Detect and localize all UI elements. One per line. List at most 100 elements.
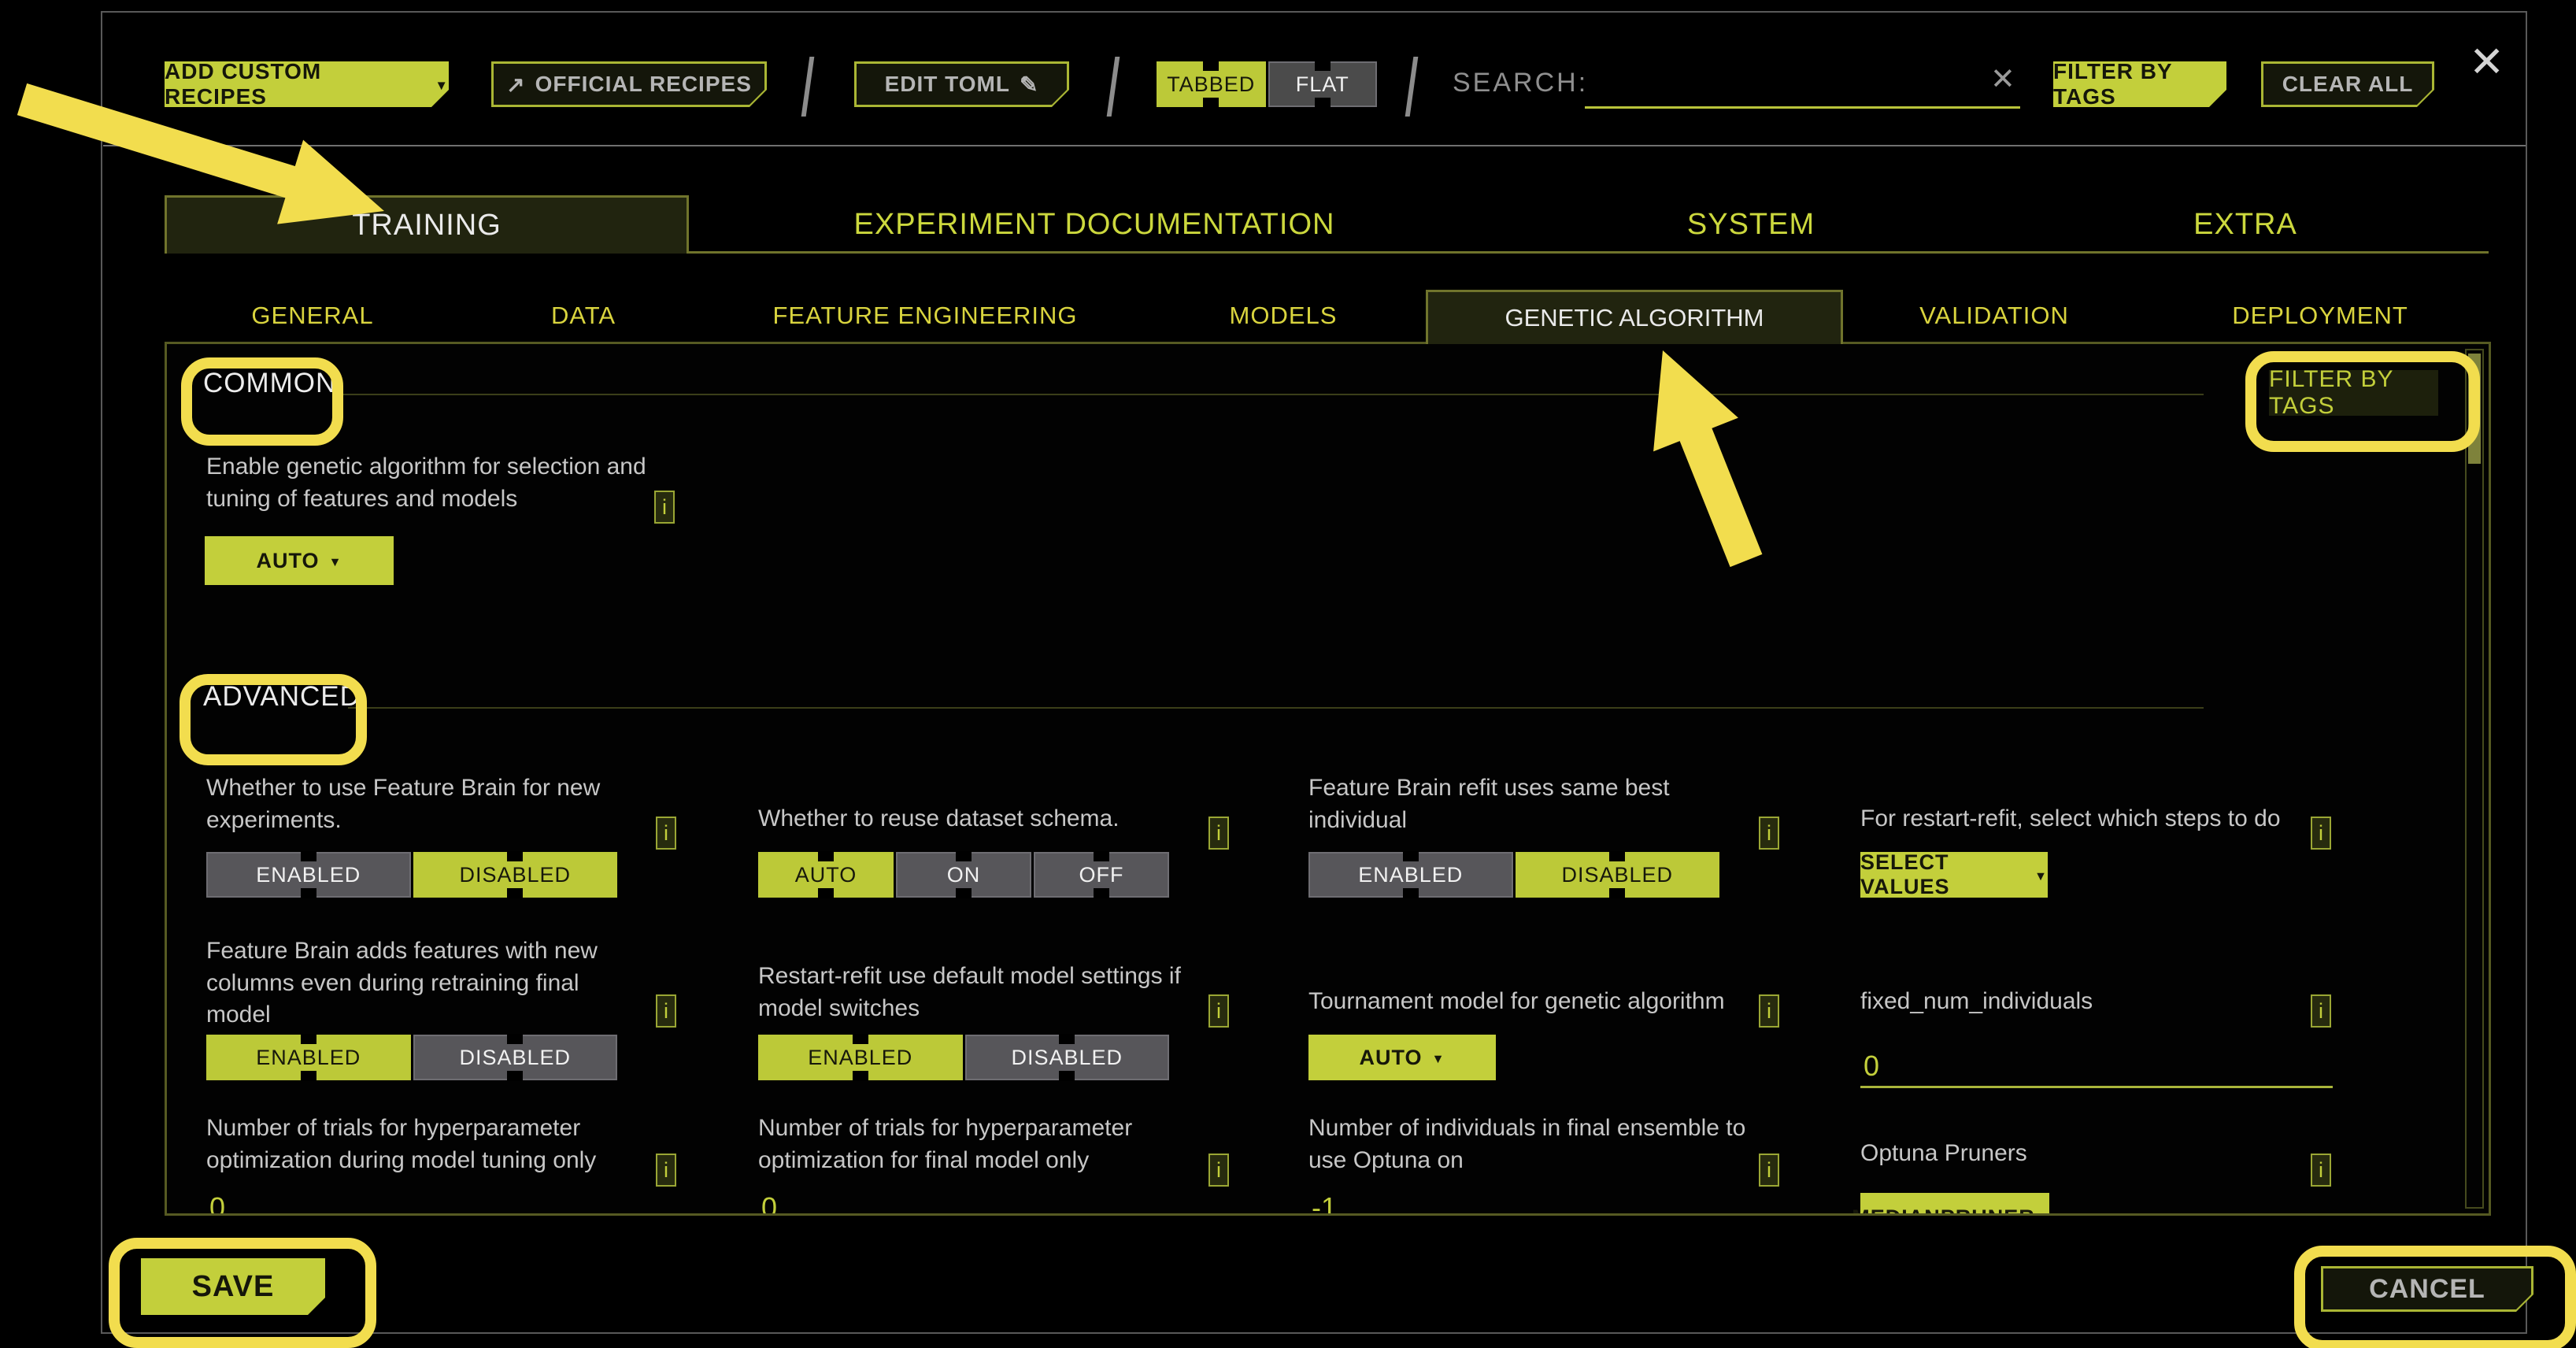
toggle-restart-refit-default-settings: ENABLED DISABLED xyxy=(758,1035,1169,1080)
view-mode-toggle: TABBED FLAT xyxy=(1157,61,1377,107)
tab-training[interactable]: TRAINING xyxy=(165,195,689,254)
search-label: SEARCH: xyxy=(1453,68,1588,98)
subtab-genetic-algorithm[interactable]: GENETIC ALGORITHM xyxy=(1426,290,1843,344)
tab-experiment-documentation[interactable]: EXPERIMENT DOCUMENTATION xyxy=(709,195,1480,254)
panel-scrollbar[interactable] xyxy=(2465,349,2484,1209)
info-icon[interactable]: i xyxy=(2311,994,2331,1028)
subtab-genetic-algorithm-label: GENETIC ALGORITHM xyxy=(1505,304,1764,332)
toggle-option[interactable]: DISABLED xyxy=(413,852,618,898)
edit-toml-button[interactable]: EDIT TOML ✎ xyxy=(854,61,1069,107)
add-custom-recipes-button[interactable]: ADD CUSTOM RECIPES ▼ xyxy=(165,61,449,107)
clear-all-label: CLEAR ALL xyxy=(2282,72,2414,97)
toggle-option[interactable]: DISABLED xyxy=(1516,852,1720,898)
dropdown-value: MEDIANPRUNER xyxy=(1852,1205,2035,1217)
tab-system[interactable]: SYSTEM xyxy=(1593,195,1908,254)
section-divider xyxy=(333,394,2204,395)
chevron-down-icon: ▼ xyxy=(435,78,449,94)
section-divider xyxy=(348,707,2204,709)
add-custom-recipes-label: ADD CUSTOM RECIPES xyxy=(165,59,424,109)
toggle-option[interactable]: ON xyxy=(896,852,1031,898)
info-icon[interactable]: i xyxy=(656,994,676,1028)
external-link-icon: ↗ xyxy=(506,72,525,98)
info-icon[interactable]: i xyxy=(1208,994,1229,1028)
optuna-pruners-dropdown[interactable]: MEDIANPRUNER ▼ xyxy=(1860,1193,2049,1216)
section-title-advanced: ADVANCED xyxy=(203,681,361,713)
subtab-models[interactable]: MODELS xyxy=(1165,290,1401,342)
input-value: 0 xyxy=(209,1191,225,1216)
info-icon[interactable]: i xyxy=(656,817,676,850)
save-label: SAVE xyxy=(192,1270,275,1304)
tuning-trials-input[interactable]: 0 xyxy=(206,1177,679,1216)
scrollbar-thumb[interactable] xyxy=(2468,354,2481,464)
setting-label: Number of trials for hyperparameter opti… xyxy=(206,1113,647,1176)
edit-toml-label: EDIT TOML xyxy=(885,72,1010,97)
panel-filter-by-tags-button[interactable]: FILTER BY TAGS xyxy=(2269,370,2438,416)
setting-label: Feature Brain refit uses same best indiv… xyxy=(1308,772,1702,836)
info-icon[interactable]: i xyxy=(1759,994,1779,1028)
setting-label: fixed_num_individuals xyxy=(1860,986,2093,1018)
info-icon[interactable]: i xyxy=(1208,817,1229,850)
view-tabbed-button[interactable]: TABBED xyxy=(1157,61,1266,107)
expert-settings-screen: ADD CUSTOM RECIPES ▼ ↗ OFFICIAL RECIPES … xyxy=(0,0,2576,1348)
toggle-option[interactable]: OFF xyxy=(1034,852,1169,898)
toggle-feature-brain-new-experiments: ENABLED DISABLED xyxy=(206,852,617,898)
toggle-option[interactable]: DISABLED xyxy=(413,1035,618,1080)
search-clear-icon[interactable]: ✕ xyxy=(1990,65,2015,94)
toggle-reuse-dataset-schema: AUTO ON OFF xyxy=(758,852,1169,898)
cancel-button[interactable]: CANCEL xyxy=(2321,1266,2533,1312)
restart-refit-steps-dropdown[interactable]: SELECT VALUES ▼ xyxy=(1860,852,2048,898)
clear-all-button[interactable]: CLEAR ALL xyxy=(2261,61,2434,107)
setting-label: Enable genetic algorithm for selection a… xyxy=(206,451,647,515)
pencil-icon: ✎ xyxy=(1020,72,1038,98)
info-icon[interactable]: i xyxy=(654,491,675,524)
save-button[interactable]: SAVE xyxy=(141,1258,325,1315)
info-icon[interactable]: i xyxy=(2311,817,2331,850)
dropdown-value: SELECT VALUES xyxy=(1860,850,2025,899)
search-input[interactable] xyxy=(1585,106,2020,109)
tab-training-label: TRAINING xyxy=(352,209,502,243)
chevron-down-icon: ▼ xyxy=(2034,869,2048,884)
subtab-validation[interactable]: VALIDATION xyxy=(1876,290,2112,342)
tournament-model-dropdown[interactable]: AUTO ▼ xyxy=(1308,1035,1496,1080)
setting-label: Number of individuals in final ensemble … xyxy=(1308,1113,1749,1176)
optuna-individuals-input[interactable]: -1 xyxy=(1308,1177,1781,1216)
filter-by-tags-label: FILTER BY TAGS xyxy=(2053,59,2226,109)
chevron-down-icon: ▼ xyxy=(328,555,342,570)
toggle-refit-same-best-individual: ENABLED DISABLED xyxy=(1308,852,1719,898)
section-title-common: COMMON xyxy=(203,368,336,399)
setting-label: Tournament model for genetic algorithm xyxy=(1308,986,1725,1018)
subtab-general[interactable]: GENERAL xyxy=(194,290,431,342)
dropdown-value: AUTO xyxy=(256,549,319,573)
setting-label: Whether to reuse dataset schema. xyxy=(758,803,1231,835)
tab-extra[interactable]: EXTRA xyxy=(2088,195,2403,254)
toggle-option[interactable]: AUTO xyxy=(758,852,894,898)
fixed-num-individuals-input[interactable]: 0 xyxy=(1860,1035,2333,1088)
toggle-option[interactable]: ENABLED xyxy=(206,1035,411,1080)
info-icon[interactable]: i xyxy=(2311,1154,2331,1187)
view-flat-button[interactable]: FLAT xyxy=(1268,61,1378,107)
subtab-deployment[interactable]: DEPLOYMENT xyxy=(2202,290,2438,342)
subtab-data[interactable]: DATA xyxy=(465,290,701,342)
settings-panel: COMMON FILTER BY TAGS Enable genetic alg… xyxy=(165,342,2491,1216)
setting-label: Number of trials for hyperparameter opti… xyxy=(758,1113,1199,1176)
ga-enable-dropdown[interactable]: AUTO ▼ xyxy=(205,536,394,585)
setting-label: Feature Brain adds features with new col… xyxy=(206,935,616,1031)
toolbar-divider xyxy=(103,145,2526,146)
setting-label: Restart-refit use default model settings… xyxy=(758,961,1215,1024)
official-recipes-button[interactable]: ↗ OFFICIAL RECIPES xyxy=(491,61,767,107)
official-recipes-label: OFFICIAL RECIPES xyxy=(535,72,752,97)
toggle-option[interactable]: ENABLED xyxy=(758,1035,963,1080)
info-icon[interactable]: i xyxy=(1759,817,1779,850)
toggle-option[interactable]: ENABLED xyxy=(206,852,411,898)
filter-by-tags-button[interactable]: FILTER BY TAGS xyxy=(2053,61,2226,107)
input-value: -1 xyxy=(1312,1191,1337,1216)
toggle-option[interactable]: DISABLED xyxy=(965,1035,1170,1080)
subtab-feature-engineering[interactable]: FEATURE ENGINEERING xyxy=(728,290,1122,342)
setting-label: For restart-refit, select which steps to… xyxy=(1860,803,2281,835)
final-model-trials-input[interactable]: 0 xyxy=(758,1177,1231,1216)
toggle-feature-brain-new-columns: ENABLED DISABLED xyxy=(206,1035,617,1080)
toggle-option[interactable]: ENABLED xyxy=(1308,852,1513,898)
dropdown-value: AUTO xyxy=(1359,1046,1422,1070)
setting-label: Optuna Pruners xyxy=(1860,1138,2027,1170)
close-icon[interactable]: ✕ xyxy=(2469,41,2504,83)
